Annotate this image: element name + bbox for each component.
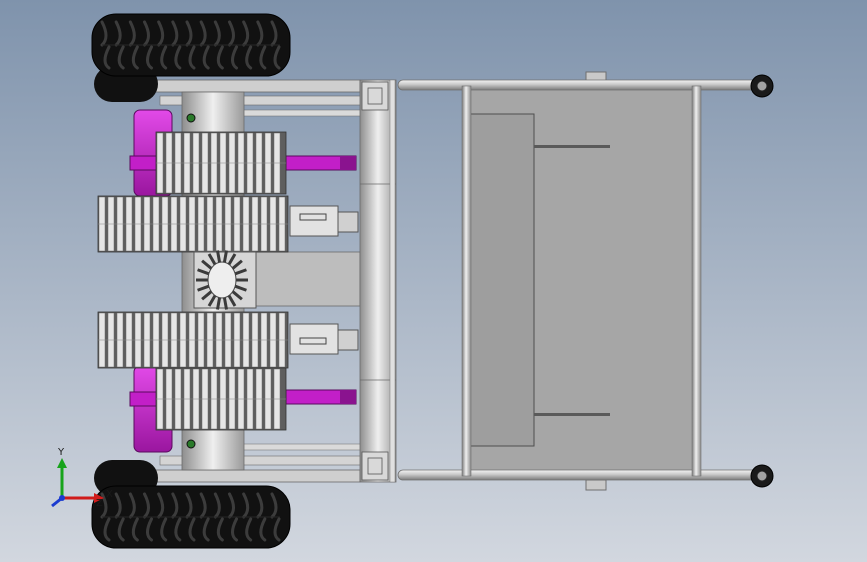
center-plate (249, 251, 361, 307)
handle-grip-bottom-core (756, 470, 768, 482)
link-plate-lower-clevis (337, 329, 359, 351)
bevel-gear-tooth (222, 297, 228, 310)
chassis-rail-bottom (149, 469, 361, 483)
bolt-bottom (186, 439, 196, 449)
triad-origin (59, 495, 65, 501)
bevel-gear-tooth (216, 297, 222, 310)
triad-x-label: X (106, 489, 113, 500)
magenta-arm-top-left (129, 155, 161, 171)
bevel-gear-tooth (216, 250, 222, 263)
gear-lower-outer (97, 311, 289, 369)
handle-tube-top (397, 79, 759, 91)
hopper-inner-panel (467, 113, 535, 447)
cad-viewport[interactable]: Y X Z (0, 0, 867, 562)
handle-tube-bottom (397, 469, 759, 481)
metering-slot-bottom (534, 413, 610, 416)
bolt-top (186, 113, 196, 123)
link-plate-upper-clevis (337, 211, 359, 233)
thin-rod (389, 79, 396, 483)
gear-upper-outer (97, 195, 289, 253)
bracket-top (361, 81, 389, 111)
bevel-gear (193, 250, 257, 310)
bracket-bottom (361, 451, 389, 481)
frame-post-right (691, 85, 702, 477)
gear-upper-inner (155, 131, 287, 195)
metering-slot-top (534, 145, 610, 148)
gear-lower-inner (155, 367, 287, 431)
link-plate-upper (289, 205, 339, 237)
bevel-gear-center (207, 261, 237, 299)
handle-grip-top-core (756, 80, 768, 92)
link-plate-lower (289, 323, 339, 355)
triad-z-label: Z (96, 498, 103, 509)
bevel-gear-tooth (222, 250, 228, 263)
frame-post-left (461, 85, 472, 477)
chassis-rail-top (149, 79, 361, 93)
wheel-top (91, 13, 291, 77)
magenta-rod-bottom-end (340, 390, 356, 404)
chassis-rail-top-3 (239, 109, 381, 117)
magenta-rod-top-end (340, 156, 356, 170)
magenta-arm-bottom-left (129, 391, 161, 407)
triad-y-label: Y (57, 447, 65, 458)
chassis-rail-bottom-3 (239, 443, 381, 451)
frame-tab-bottom (585, 479, 607, 491)
wheel-bottom (91, 485, 291, 549)
